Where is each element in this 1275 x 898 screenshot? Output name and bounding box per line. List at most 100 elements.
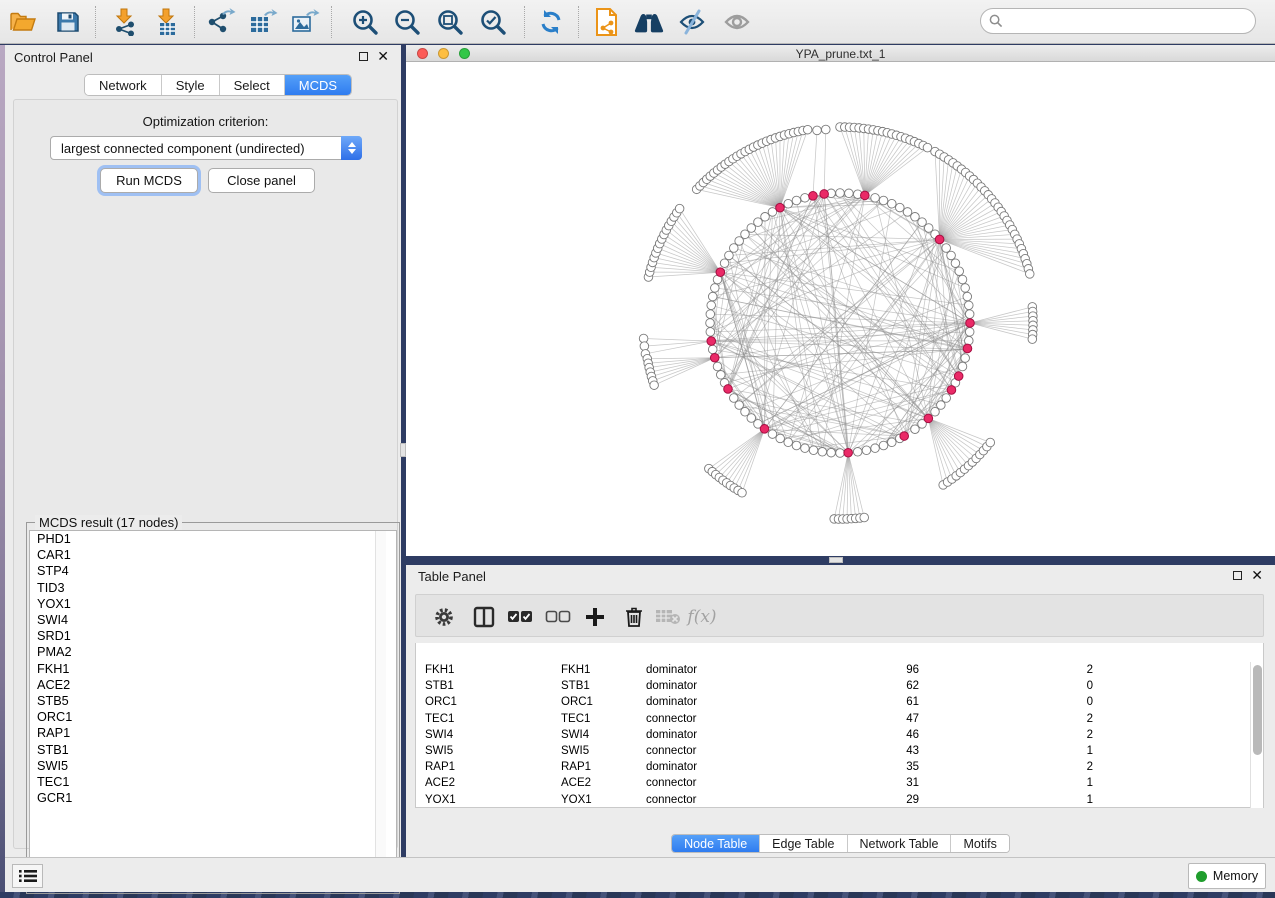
graph-node[interactable] (827, 448, 836, 457)
export-table-icon[interactable] (248, 7, 278, 37)
refresh-icon[interactable] (536, 7, 566, 37)
run-mcds-button[interactable]: Run MCDS (100, 168, 198, 193)
graph-hub-node[interactable] (924, 414, 933, 423)
graph-hub-node[interactable] (966, 319, 975, 328)
graph-hub-node[interactable] (844, 448, 853, 457)
mcds-result-item[interactable]: SWI4 (30, 612, 396, 628)
table-tab-node-table[interactable]: Node Table (672, 835, 760, 852)
mcds-result-item[interactable]: ORC1 (30, 709, 396, 725)
graph-node[interactable] (707, 301, 716, 310)
mcds-result-item[interactable]: SWI5 (30, 758, 396, 774)
network-graph-canvas[interactable] (406, 62, 1275, 556)
graph-node[interactable] (951, 259, 960, 268)
graph-hub-node[interactable] (954, 372, 963, 381)
table-tab-network-table[interactable]: Network Table (848, 835, 952, 852)
mcds-result-item[interactable]: YOX1 (30, 596, 396, 612)
show-column-icon[interactable] (470, 603, 498, 631)
mcds-result-item[interactable]: PMA2 (30, 644, 396, 660)
mcds-result-item[interactable]: TID3 (30, 580, 396, 596)
graph-node[interactable] (879, 196, 888, 205)
mcds-result-item[interactable]: STB1 (30, 742, 396, 758)
mcds-list-scrollbar[interactable] (375, 531, 386, 890)
graph-node[interactable] (887, 438, 896, 447)
graph-hub-node[interactable] (710, 353, 719, 362)
graph-node[interactable] (801, 194, 810, 203)
graph-node[interactable] (776, 434, 785, 443)
table-row[interactable]: YOX1YOX1connector291 (416, 792, 1249, 808)
graph-node[interactable] (836, 189, 845, 198)
memory-button[interactable]: Memory (1188, 863, 1266, 889)
mcds-result-item[interactable]: FKH1 (30, 661, 396, 677)
graph-node[interactable] (1025, 270, 1034, 279)
criterion-select[interactable]: largest connected component (undirected) (50, 136, 362, 160)
export-image-icon[interactable] (290, 7, 320, 37)
search-box[interactable] (980, 8, 1256, 34)
tab-select[interactable]: Select (220, 75, 285, 95)
graph-hub-node[interactable] (947, 386, 956, 395)
graph-node[interactable] (958, 362, 967, 371)
mcds-result-item[interactable]: STB5 (30, 693, 396, 709)
graph-node[interactable] (821, 125, 830, 134)
graph-node[interactable] (803, 125, 812, 134)
mcds-result-item[interactable]: CAR1 (30, 547, 396, 563)
show-all-icon[interactable] (722, 7, 752, 37)
graph-node[interactable] (784, 199, 793, 208)
table-row[interactable]: RAP1RAP1dominator352 (416, 759, 1249, 775)
graph-node[interactable] (958, 275, 967, 284)
graph-hub-node[interactable] (963, 344, 972, 353)
graph-hub-node[interactable] (861, 191, 870, 200)
tab-network[interactable]: Network (85, 75, 162, 95)
zoom-fit-icon[interactable] (435, 7, 465, 37)
graph-hub-node[interactable] (935, 235, 944, 244)
graph-node[interactable] (706, 310, 715, 319)
graph-node[interactable] (792, 196, 801, 205)
zoom-in-icon[interactable] (350, 7, 380, 37)
delete-row-icon[interactable] (620, 603, 648, 631)
add-row-icon[interactable] (581, 603, 609, 631)
graph-hub-node[interactable] (716, 268, 725, 277)
table-row[interactable]: ORC1ORC1dominator610 (416, 694, 1249, 710)
graph-node[interactable] (761, 212, 770, 221)
graph-node[interactable] (947, 251, 956, 260)
graph-node[interactable] (716, 370, 725, 379)
graph-node[interactable] (809, 446, 818, 455)
graph-node[interactable] (871, 194, 880, 203)
graph-node[interactable] (965, 328, 974, 337)
graph-node[interactable] (640, 342, 649, 351)
mcds-result-item[interactable]: ACE2 (30, 677, 396, 693)
graph-node[interactable] (931, 407, 940, 416)
graph-node[interactable] (650, 381, 659, 390)
import-network-icon[interactable] (110, 7, 140, 37)
graph-node[interactable] (871, 444, 880, 453)
graph-node[interactable] (706, 328, 715, 337)
graph-node[interactable] (964, 336, 973, 345)
close-panel-icon[interactable]: ✕ (1251, 570, 1263, 580)
graph-node[interactable] (896, 203, 905, 212)
mcds-result-item[interactable]: TEC1 (30, 774, 396, 790)
mcds-result-item[interactable]: RAP1 (30, 725, 396, 741)
graph-node[interactable] (713, 362, 722, 371)
settings-gear-icon[interactable] (430, 603, 458, 631)
graph-node[interactable] (729, 394, 738, 403)
deselect-all-icon[interactable] (544, 603, 572, 631)
import-table-icon[interactable] (152, 7, 182, 37)
graph-node[interactable] (955, 267, 964, 276)
select-all-icon[interactable] (506, 603, 534, 631)
graph-node[interactable] (887, 199, 896, 208)
graph-node[interactable] (860, 513, 869, 522)
tab-mcds[interactable]: MCDS (285, 75, 351, 95)
open-session-icon[interactable] (8, 7, 38, 37)
graph-node[interactable] (720, 259, 729, 268)
task-history-button[interactable] (12, 864, 43, 888)
graph-node[interactable] (675, 204, 684, 213)
table-scrollbar[interactable] (1250, 662, 1263, 808)
graph-hub-node[interactable] (900, 432, 909, 441)
graph-hub-node[interactable] (724, 385, 733, 394)
clone-network-icon[interactable] (592, 7, 622, 37)
mcds-result-item[interactable]: GCR1 (30, 790, 396, 806)
table-row[interactable]: TEC1TEC1connector472 (416, 711, 1249, 727)
table-row[interactable]: SWI5SWI5connector431 (416, 743, 1249, 759)
graph-node[interactable] (784, 438, 793, 447)
graph-node[interactable] (845, 189, 854, 198)
graph-node[interactable] (903, 208, 912, 217)
